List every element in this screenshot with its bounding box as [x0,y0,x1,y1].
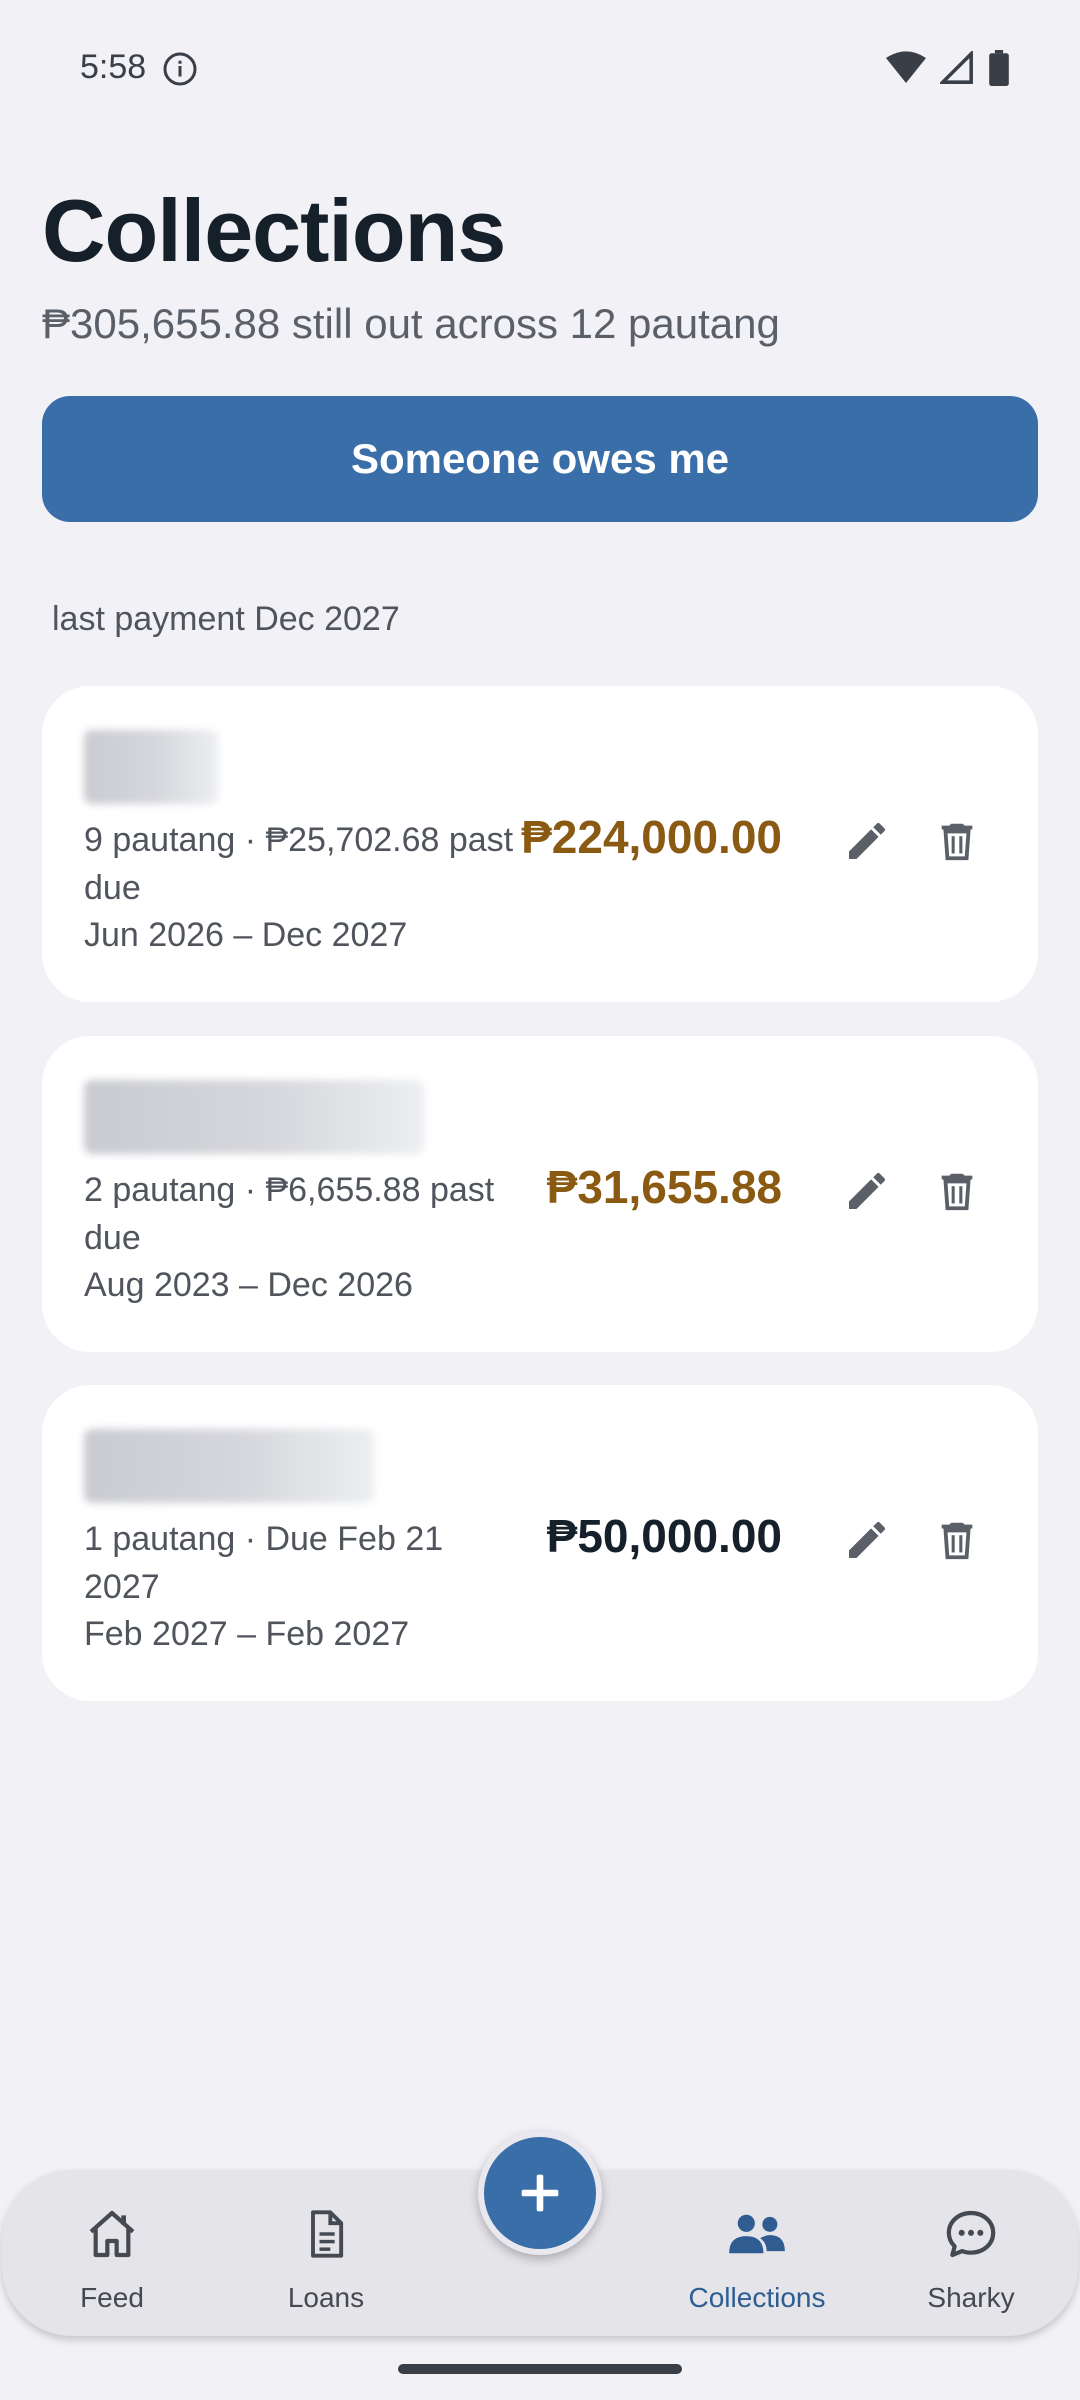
nav-label: Loans [287,2282,365,2313]
page-title: Collections [42,181,506,280]
delete-button[interactable] [922,1156,992,1226]
pencil-icon [849,1172,885,1209]
borrower-name-redacted [84,1080,424,1154]
borrower-name-redacted [84,1429,374,1503]
plus-icon [521,2174,559,2212]
home-indicator[interactable] [398,2364,682,2374]
nav-label: Feed [80,2282,144,2313]
card-meta: 2 pautang · ₱6,655.88 past due [84,1171,495,1257]
someone-owes-me-button[interactable]: Someone owes me [42,396,1038,522]
status-bar: 5:58 [0,0,1080,136]
trash-icon [941,823,973,861]
card-amount: ₱31,655.88 [546,1161,782,1213]
cellular-signal-icon [940,51,973,84]
borrower-name-redacted [84,730,218,804]
card-date-range: Jun 2026 – Dec 2027 [84,916,408,954]
nav-item-loans[interactable]: Loans [241,2170,411,2336]
pencil-icon [849,1521,885,1558]
wifi-icon [886,51,926,83]
edit-button[interactable] [832,1505,902,1575]
card-amount: ₱224,000.00 [521,811,782,863]
nav-item-feed[interactable]: Feed [27,2170,197,2336]
chat-bubble-icon [946,2210,996,2258]
collection-card[interactable]: 2 pautang · ₱6,655.88 past due Aug 2023 … [42,1036,1038,1352]
collection-card[interactable]: 9 pautang · ₱25,702.68 past due Jun 2026… [42,686,1038,1002]
nav-item-sharky[interactable]: Sharky [886,2170,1056,2336]
people-icon [729,2214,785,2254]
last-payment-label: last payment Dec 2027 [52,600,400,638]
card-amount: ₱50,000.00 [546,1510,782,1562]
status-time: 5:58 [80,48,147,86]
card-date-range: Feb 2027 – Feb 2027 [84,1615,410,1653]
status-icons [886,50,1010,86]
edit-button[interactable] [832,1156,902,1226]
trash-icon [941,1522,973,1560]
info-icon [163,52,197,86]
nav-label: Sharky [927,2282,1015,2313]
page-subtitle: ₱305,655.88 still out across 12 pautang [42,300,780,347]
delete-button[interactable] [922,1505,992,1575]
delete-button[interactable] [922,806,992,876]
collections-screen: 5:58 Collections ₱305,655.88 still out a… [0,0,1080,2400]
nav-label: Collections [688,2282,826,2313]
nav-item-collections[interactable]: Collections [672,2170,842,2336]
document-icon [311,2210,344,2258]
trash-icon [941,1173,973,1211]
battery-icon [989,50,1009,86]
home-icon [89,2210,135,2258]
pencil-icon [849,822,885,859]
collection-card[interactable]: 1 pautang · Due Feb 21 2027 Feb 2027 – F… [42,1385,1038,1701]
card-meta: 1 pautang · Due Feb 21 2027 [84,1520,444,1606]
card-date-range: Aug 2023 – Dec 2026 [84,1266,413,1304]
card-meta: 9 pautang · ₱25,702.68 past due [84,821,514,907]
add-fab-button[interactable] [478,2131,602,2255]
edit-button[interactable] [832,806,902,876]
